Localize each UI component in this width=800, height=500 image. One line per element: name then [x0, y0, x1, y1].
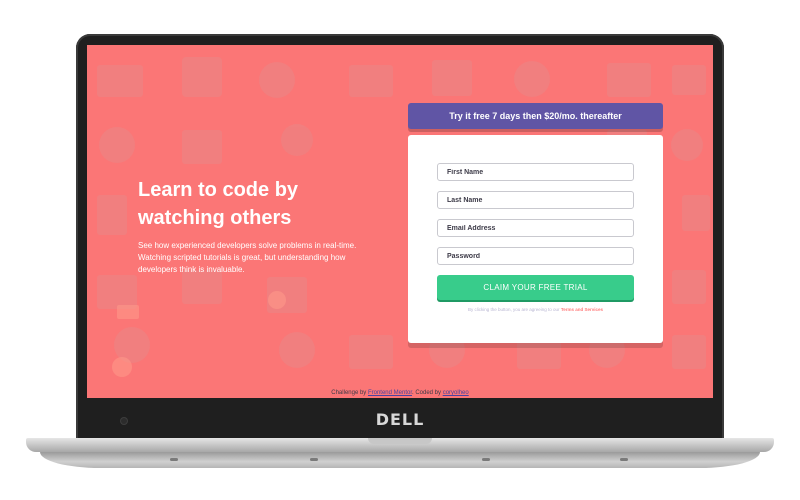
laptop-foot	[482, 458, 490, 461]
terms-text: By clicking the button, you are agreeing…	[467, 307, 560, 312]
last-name-input[interactable]	[437, 191, 634, 209]
hero-title: Learn to code by watching others	[138, 179, 299, 229]
email-input[interactable]	[437, 219, 634, 237]
password-input[interactable]	[437, 247, 634, 265]
attribution-footer: Challenge by Frontend Mentor. Coded by c…	[87, 390, 713, 396]
laptop-foot	[170, 458, 178, 461]
hero-description: See how experienced developers solve pro…	[138, 241, 357, 274]
laptop-foot	[310, 458, 318, 461]
frontend-mentor-link[interactable]: Frontend Mentor	[368, 390, 412, 396]
first-name-input[interactable]	[437, 163, 634, 181]
claim-free-trial-button[interactable]: CLAIM YOUR FREE TRIAL	[437, 275, 634, 300]
hinge-notch	[368, 438, 432, 444]
attribution-middle: . Coded by	[412, 390, 442, 396]
camera-icon	[121, 418, 127, 424]
hero-section: Learn to code by watching others See how…	[138, 176, 378, 276]
author-link[interactable]: coryolheo	[443, 390, 469, 396]
terms-link[interactable]: Terms and Services	[561, 307, 603, 312]
browser-viewport: Learn to code by watching others See how…	[87, 45, 713, 398]
promo-banner: Try it free 7 days then $20/mo. thereaft…	[408, 103, 663, 129]
signup-form-card: CLAIM YOUR FREE TRIAL By clicking the bu…	[408, 135, 663, 343]
laptop-foot	[620, 458, 628, 461]
brand-logo: DELL	[375, 410, 425, 429]
terms-notice: By clicking the button, you are agreeing…	[428, 307, 643, 312]
laptop-base-bottom	[40, 452, 760, 468]
attribution-prefix: Challenge by	[331, 390, 367, 396]
